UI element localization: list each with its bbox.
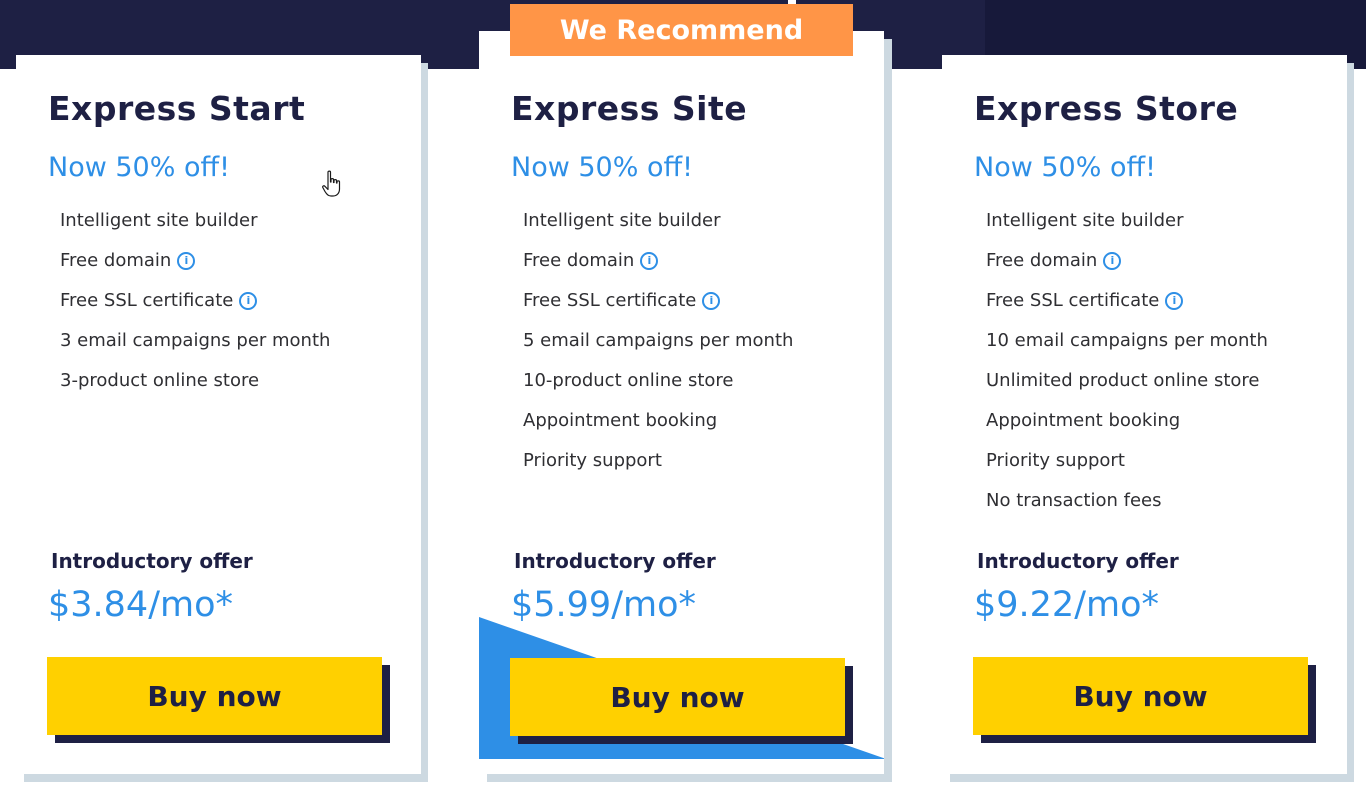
feature-item: Priority support xyxy=(986,448,1268,488)
buy-now-button-express-site[interactable]: Buy now xyxy=(510,658,845,736)
feature-item: Free domain i xyxy=(60,248,330,288)
feature-list: Intelligent site builder Free domain i Fr… xyxy=(60,208,330,408)
buy-now-button-express-start[interactable]: Buy now xyxy=(47,657,382,735)
we-recommend-badge: We Recommend xyxy=(510,4,853,56)
feature-label: Intelligent site builder xyxy=(986,210,1184,231)
feature-item: Appointment booking xyxy=(986,408,1268,448)
buy-button-wrapper: Buy now xyxy=(973,657,1316,743)
feature-label: Free SSL certificate xyxy=(60,290,234,311)
feature-item: Free domain i xyxy=(986,248,1268,288)
feature-list: Intelligent site builder Free domain i Fr… xyxy=(523,208,793,488)
plan-price: $9.22/mo* xyxy=(974,585,1159,625)
plan-card-express-site: Express Site Now 50% off! Intelligent si… xyxy=(479,31,884,774)
feature-item: Appointment booking xyxy=(523,408,793,448)
info-circle-icon[interactable]: i xyxy=(1165,292,1184,310)
info-circle-icon[interactable]: i xyxy=(1103,252,1122,270)
plan-discount: Now 50% off! xyxy=(511,152,693,183)
info-circle-icon[interactable]: i xyxy=(239,292,258,310)
plan-title: Express Store xyxy=(974,89,1239,128)
hand-pointer-cursor-icon xyxy=(322,170,341,197)
feature-item: No transaction fees xyxy=(986,488,1268,528)
feature-label: Appointment booking xyxy=(523,410,718,431)
plan-card-express-start: Express Start Now 50% off! Intelligent s… xyxy=(16,55,421,774)
feature-label: Intelligent site builder xyxy=(523,210,721,231)
buy-button-wrapper: Buy now xyxy=(510,658,853,744)
offer-label: Introductory offer xyxy=(514,549,716,573)
feature-label: Priority support xyxy=(986,450,1125,471)
feature-item: Intelligent site builder xyxy=(523,208,793,248)
plan-card-express-store: Express Store Now 50% off! Intelligent s… xyxy=(942,55,1347,774)
feature-label: Free domain xyxy=(60,250,172,271)
info-circle-icon[interactable]: i xyxy=(177,252,196,270)
feature-label: Free domain xyxy=(986,250,1098,271)
buy-button-wrapper: Buy now xyxy=(47,657,390,743)
feature-item: Intelligent site builder xyxy=(986,208,1268,248)
feature-item: Free domain i xyxy=(523,248,793,288)
plan-discount: Now 50% off! xyxy=(48,152,230,183)
feature-label: Priority support xyxy=(523,450,662,471)
feature-label: 5 email campaigns per month xyxy=(523,330,794,351)
feature-label: 3 email campaigns per month xyxy=(60,330,331,351)
feature-item: Free SSL certificate i xyxy=(60,288,330,328)
offer-label: Introductory offer xyxy=(51,549,253,573)
feature-item: Priority support xyxy=(523,448,793,488)
buy-now-button-express-store[interactable]: Buy now xyxy=(973,657,1308,735)
feature-label: Free SSL certificate xyxy=(523,290,697,311)
feature-label: Free SSL certificate xyxy=(986,290,1160,311)
feature-label: Intelligent site builder xyxy=(60,210,258,231)
feature-item: 3-product online store xyxy=(60,368,330,408)
feature-label: 10-product online store xyxy=(523,370,734,391)
feature-item: Free SSL certificate i xyxy=(986,288,1268,328)
feature-item: 10-product online store xyxy=(523,368,793,408)
plan-price: $3.84/mo* xyxy=(48,585,233,625)
feature-label: Free domain xyxy=(523,250,635,271)
feature-item: 10 email campaigns per month xyxy=(986,328,1268,368)
feature-label: Unlimited product online store xyxy=(986,370,1260,391)
plan-price: $5.99/mo* xyxy=(511,585,696,625)
info-circle-icon[interactable]: i xyxy=(640,252,659,270)
feature-label: 10 email campaigns per month xyxy=(986,330,1268,351)
info-circle-icon[interactable]: i xyxy=(702,292,721,310)
plan-title: Express Site xyxy=(511,89,748,128)
feature-item: Intelligent site builder xyxy=(60,208,330,248)
feature-item: 5 email campaigns per month xyxy=(523,328,793,368)
plan-discount: Now 50% off! xyxy=(974,152,1156,183)
offer-label: Introductory offer xyxy=(977,549,1179,573)
feature-item: Free SSL certificate i xyxy=(523,288,793,328)
feature-list: Intelligent site builder Free domain i Fr… xyxy=(986,208,1268,528)
feature-item: 3 email campaigns per month xyxy=(60,328,330,368)
plan-title: Express Start xyxy=(48,89,306,128)
feature-label: No transaction fees xyxy=(986,490,1162,511)
feature-label: Appointment booking xyxy=(986,410,1181,431)
feature-label: 3-product online store xyxy=(60,370,260,391)
feature-item: Unlimited product online store xyxy=(986,368,1268,408)
